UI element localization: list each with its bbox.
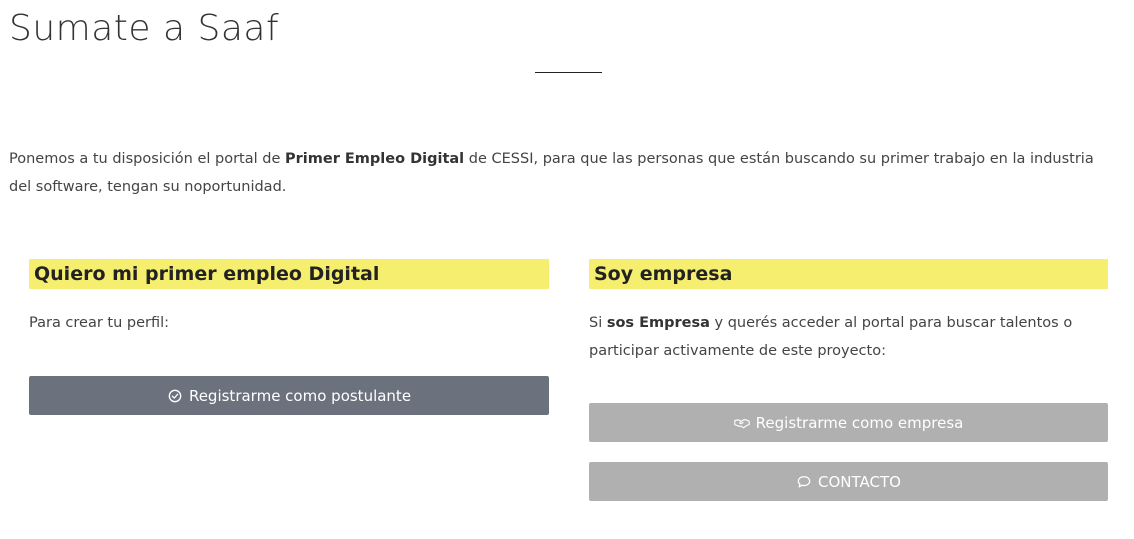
company-section: Soy empresa Si sos Empresa y querés acce…: [589, 259, 1108, 501]
register-candidate-label: Registrarme como postulante: [188, 386, 412, 405]
candidate-text: Para crear tu perfil:: [29, 315, 170, 331]
chat-bubble-icon: [796, 474, 812, 490]
candidate-section: Quiero mi primer empleo Digital Para cre…: [29, 259, 549, 415]
handshake-icon: [733, 415, 750, 431]
title-divider: [535, 72, 602, 73]
company-text-bold: sos Empresa: [606, 315, 710, 331]
register-company-button[interactable]: Registrarme como empresa: [589, 403, 1108, 442]
check-circle-icon: [167, 388, 183, 404]
register-company-label: Registrarme como empresa: [755, 413, 964, 432]
intro-text-start: Ponemos a tu disposición el portal de: [9, 151, 286, 167]
company-text-start: Si: [589, 315, 607, 331]
company-heading: Soy empresa: [589, 259, 1108, 289]
contact-button[interactable]: CONTACTO: [589, 462, 1108, 501]
company-text: Si sos Empresa y querés acceder al porta…: [589, 309, 1108, 365]
register-candidate-button[interactable]: Registrarme como postulante: [29, 376, 549, 415]
intro-paragraph: Ponemos a tu disposición el portal de Pr…: [9, 145, 1119, 201]
intro-bold-portal: Primer Empleo Digital: [285, 151, 465, 167]
contact-label: CONTACTO: [818, 472, 901, 491]
page-title: Sumate a Saaf: [9, 8, 280, 49]
candidate-heading: Quiero mi primer empleo Digital: [29, 259, 549, 289]
